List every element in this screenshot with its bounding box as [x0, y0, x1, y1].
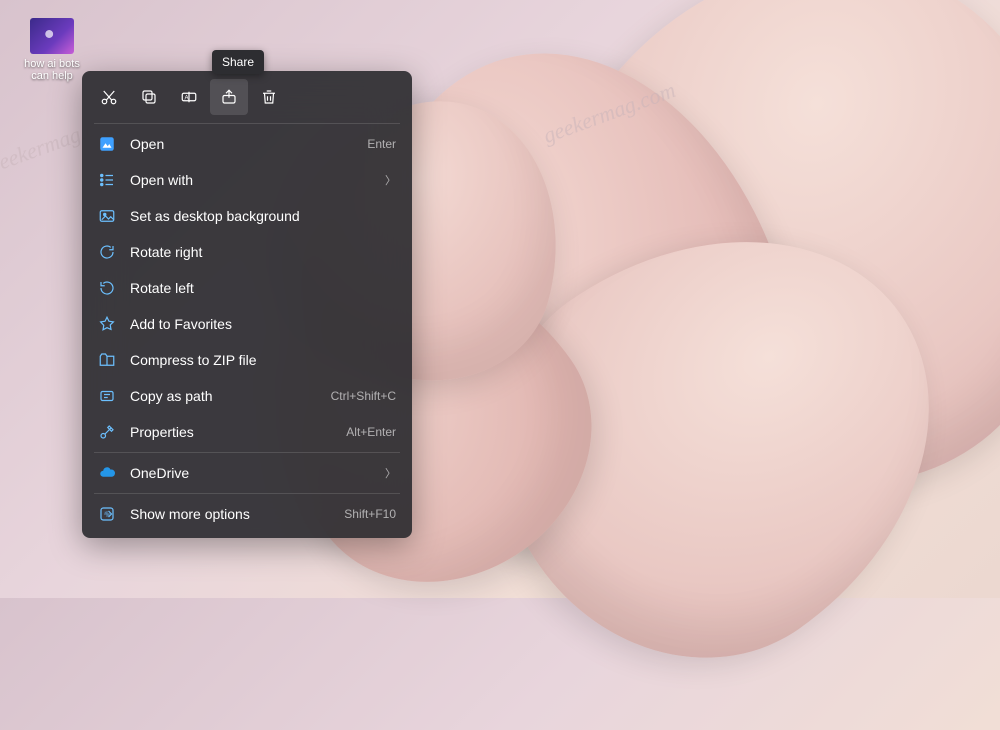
- menu-compress-zip[interactable]: Compress to ZIP file: [88, 342, 406, 378]
- chevron-right-icon: 〉: [385, 465, 396, 481]
- menu-label: Rotate right: [130, 244, 396, 260]
- share-button[interactable]: [210, 79, 248, 115]
- menu-shortcut: Ctrl+Shift+C: [331, 389, 396, 403]
- menu-shortcut: Shift+F10: [344, 507, 396, 521]
- desktop-file-icon[interactable]: how ai bots can help: [20, 18, 84, 82]
- share-icon: [220, 88, 238, 106]
- cut-button[interactable]: [90, 79, 128, 115]
- menu-label: Rotate left: [130, 280, 396, 296]
- menu-open[interactable]: Open Enter: [88, 126, 406, 162]
- menu-label: Show more options: [130, 506, 330, 522]
- menu-separator: [94, 493, 400, 494]
- menu-label: Properties: [130, 424, 332, 440]
- cut-icon: [100, 88, 118, 106]
- menu-add-favorites[interactable]: Add to Favorites: [88, 306, 406, 342]
- copy-button[interactable]: [130, 79, 168, 115]
- svg-text:A: A: [185, 95, 189, 101]
- rotate-right-icon: [98, 243, 116, 261]
- copy-icon: [140, 88, 158, 106]
- menu-set-background[interactable]: Set as desktop background: [88, 198, 406, 234]
- file-label: how ai bots can help: [20, 58, 84, 82]
- menu-label: Copy as path: [130, 388, 317, 404]
- star-icon: [98, 315, 116, 333]
- onedrive-icon: [98, 464, 116, 482]
- properties-icon: [98, 423, 116, 441]
- menu-label: Open with: [130, 172, 371, 188]
- menu-separator: [94, 123, 400, 124]
- picture-icon: [98, 207, 116, 225]
- delete-button[interactable]: [250, 79, 288, 115]
- file-thumbnail: [30, 18, 74, 54]
- menu-shortcut: Alt+Enter: [346, 425, 396, 439]
- delete-icon: [260, 88, 278, 106]
- menu-separator: [94, 452, 400, 453]
- menu-rotate-right[interactable]: Rotate right: [88, 234, 406, 270]
- zip-icon: [98, 351, 116, 369]
- menu-label: Add to Favorites: [130, 316, 396, 332]
- rename-button[interactable]: A: [170, 79, 208, 115]
- menu-open-with[interactable]: Open with 〉: [88, 162, 406, 198]
- open-icon: [98, 135, 116, 153]
- menu-label: OneDrive: [130, 465, 371, 481]
- rotate-left-icon: [98, 279, 116, 297]
- menu-label: Open: [130, 136, 353, 152]
- copy-path-icon: [98, 387, 116, 405]
- open-with-icon: [98, 171, 116, 189]
- context-toolbar: A: [88, 77, 406, 121]
- menu-onedrive[interactable]: OneDrive 〉: [88, 455, 406, 491]
- more-options-icon: [98, 505, 116, 523]
- menu-label: Set as desktop background: [130, 208, 396, 224]
- menu-shortcut: Enter: [367, 137, 396, 151]
- menu-show-more[interactable]: Show more options Shift+F10: [88, 496, 406, 532]
- menu-rotate-left[interactable]: Rotate left: [88, 270, 406, 306]
- menu-label: Compress to ZIP file: [130, 352, 396, 368]
- share-tooltip: Share: [212, 50, 264, 74]
- chevron-right-icon: 〉: [385, 172, 396, 188]
- context-menu: A Open Enter Open with 〉 S: [82, 71, 412, 538]
- menu-properties[interactable]: Properties Alt+Enter: [88, 414, 406, 450]
- rename-icon: A: [180, 88, 198, 106]
- menu-copy-path[interactable]: Copy as path Ctrl+Shift+C: [88, 378, 406, 414]
